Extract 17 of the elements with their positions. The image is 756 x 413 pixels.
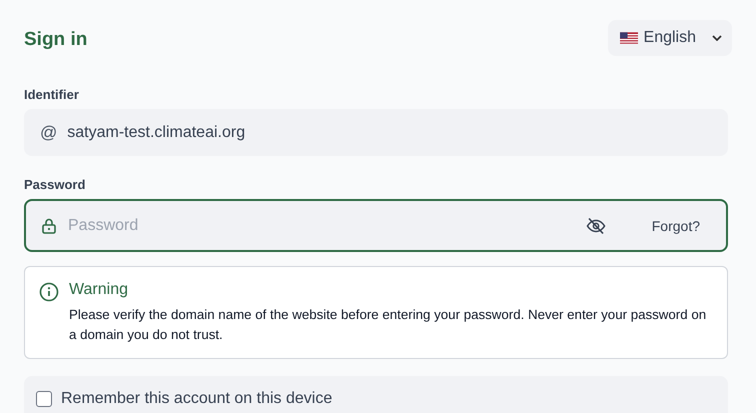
lock-icon xyxy=(42,218,56,234)
page-title: Sign in xyxy=(24,28,88,50)
language-select[interactable]: English xyxy=(608,20,732,56)
flag-icon xyxy=(620,32,638,44)
identifier-field[interactable]: @ satyam-test.climateai.org xyxy=(24,109,728,156)
warning-text: Please verify the domain name of the website before entering your password. Never enter your password on a domain you do not trust. xyxy=(69,306,708,344)
chevron-down-icon xyxy=(712,35,722,41)
info-icon xyxy=(39,282,59,302)
at-sign-icon: @ xyxy=(40,122,58,142)
checkbox[interactable] xyxy=(36,391,52,407)
forgot-password-button[interactable]: Forgot? xyxy=(640,218,712,234)
password-field[interactable]: Password Forgot? xyxy=(24,199,728,252)
field-label: Identifier xyxy=(24,87,80,102)
warning-title: Warning xyxy=(69,281,129,299)
checkbox-label[interactable]: Remember this account on this device xyxy=(61,390,332,408)
eye-slash-icon[interactable] xyxy=(586,216,606,234)
field-label: Password xyxy=(24,177,86,192)
